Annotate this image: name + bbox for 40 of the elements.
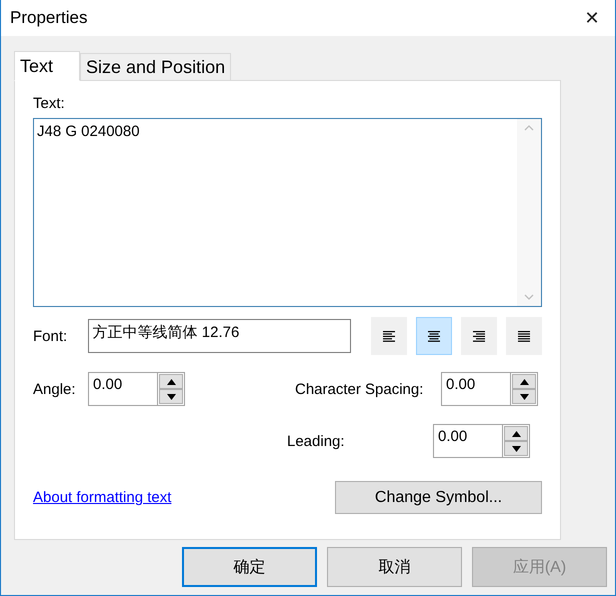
leading-label: Leading:: [287, 432, 346, 450]
angle-label: Angle:: [33, 380, 77, 398]
align-left-icon: [383, 330, 395, 342]
up-arrow-icon: [512, 430, 520, 436]
decrement-button[interactable]: [512, 389, 536, 404]
character-spacing-label: Character Spacing:: [295, 380, 424, 398]
down-arrow-icon: [512, 446, 520, 452]
down-arrow-icon: [166, 394, 176, 400]
down-arrow-icon: [520, 394, 528, 400]
up-arrow-icon: [520, 378, 528, 384]
align-justify-icon: [518, 330, 530, 342]
decrement-button[interactable]: [159, 389, 183, 404]
number-spinner[interactable]: 0.00: [433, 424, 530, 458]
align-right-button[interactable]: [461, 317, 497, 355]
number-spinner[interactable]: 0.00: [441, 372, 538, 406]
text-area[interactable]: J48 G 0240080: [33, 118, 542, 307]
scroll-up-icon: [524, 125, 534, 131]
scroll-down-icon: [524, 294, 534, 300]
text-label: Text:: [33, 95, 66, 112]
window-title: Properties: [10, 8, 88, 28]
tab[interactable]: Text: [14, 51, 80, 81]
align-justify-button[interactable]: [506, 317, 542, 355]
close-button[interactable]: ✕: [577, 3, 607, 33]
help-link[interactable]: About formatting text: [33, 489, 172, 506]
decrement-button[interactable]: [504, 441, 528, 456]
dialog-button[interactable]: 确定: [182, 547, 317, 587]
increment-button[interactable]: [504, 426, 528, 441]
font-field[interactable]: 方正中等线简体 12.76: [88, 319, 351, 353]
dialog-button[interactable]: 取消: [327, 547, 462, 587]
increment-button[interactable]: [159, 374, 183, 389]
align-center-icon: [428, 330, 440, 342]
tab[interactable]: Size and Position: [80, 53, 232, 81]
change-symbol-button[interactable]: Change Symbol...: [335, 481, 542, 514]
number-spinner[interactable]: 0.00: [88, 372, 185, 406]
increment-button[interactable]: [512, 374, 536, 389]
align-center-button[interactable]: [416, 317, 452, 355]
up-arrow-icon: [166, 378, 176, 384]
align-right-icon: [473, 330, 485, 342]
font-label: Font:: [33, 328, 68, 344]
align-left-button[interactable]: [371, 317, 407, 355]
